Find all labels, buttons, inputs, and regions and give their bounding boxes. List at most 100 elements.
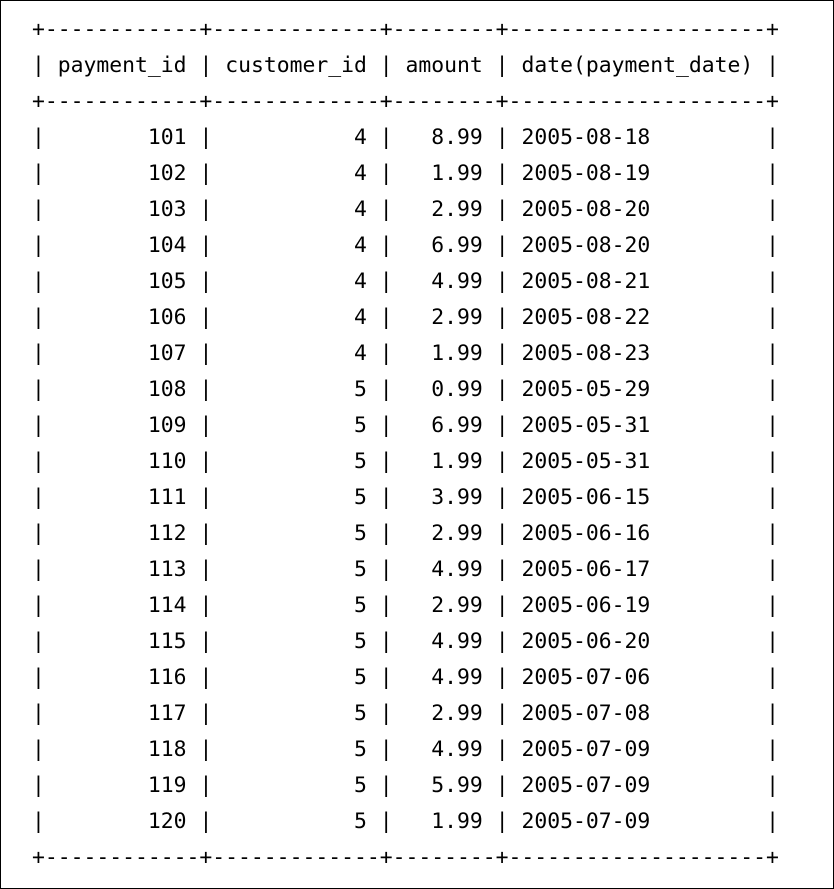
table-cell: 4 xyxy=(354,233,367,258)
table-cell: 2005-06-16 xyxy=(521,521,651,546)
table-cell: 2005-08-21 xyxy=(521,269,651,294)
table-cell: 114 xyxy=(147,593,187,618)
table-cell: 5 xyxy=(354,737,367,762)
table-row: | 109 | 5 | 6.99 | 2005-05-31 | xyxy=(32,413,780,438)
table-cell: 5 xyxy=(354,773,367,798)
table-row: | 111 | 5 | 3.99 | 2005-06-15 | xyxy=(32,485,780,510)
column-header: customer_id xyxy=(225,53,367,78)
table-row: | 120 | 5 | 1.99 | 2005-07-09 | xyxy=(32,809,780,834)
table-cell: 1.99 xyxy=(431,449,483,474)
table-cell: 4 xyxy=(354,341,367,366)
table-cell: 1.99 xyxy=(431,161,483,186)
table-cell: 1.99 xyxy=(431,809,483,834)
table-cell: 2.99 xyxy=(431,593,483,618)
table-cell: 118 xyxy=(147,737,187,762)
table-cell: 2005-05-31 xyxy=(521,449,651,474)
table-cell: 103 xyxy=(147,197,187,222)
table-cell: 112 xyxy=(147,521,187,546)
table-border: +------------+-------------+--------+---… xyxy=(32,845,779,870)
table-border: +------------+-------------+--------+---… xyxy=(32,17,779,42)
table-cell: 101 xyxy=(147,125,187,150)
table-cell: 2005-07-08 xyxy=(521,701,651,726)
table-cell: 5 xyxy=(354,521,367,546)
table-cell: 2005-05-29 xyxy=(521,377,651,402)
table-cell: 2005-08-19 xyxy=(521,161,651,186)
table-cell: 5 xyxy=(354,809,367,834)
table-row: | 107 | 4 | 1.99 | 2005-08-23 | xyxy=(32,341,780,366)
table-cell: 2005-06-19 xyxy=(521,593,651,618)
table-cell: 2005-06-20 xyxy=(521,629,651,654)
table-cell: 4.99 xyxy=(431,629,483,654)
table-row: | 117 | 5 | 2.99 | 2005-07-08 | xyxy=(32,701,780,726)
table-cell: 2005-07-09 xyxy=(521,809,651,834)
table-cell: 111 xyxy=(147,485,187,510)
table-cell: 2005-06-15 xyxy=(521,485,651,510)
table-cell: 2005-06-17 xyxy=(521,557,651,582)
table-cell: 4 xyxy=(354,161,367,186)
table-cell: 5 xyxy=(354,701,367,726)
table-cell: 4 xyxy=(354,269,367,294)
table-row: | 108 | 5 | 0.99 | 2005-05-29 | xyxy=(32,377,780,402)
result-window: +------------+-------------+--------+---… xyxy=(0,0,834,889)
table-cell: 2005-08-22 xyxy=(521,305,651,330)
table-cell: 2005-08-23 xyxy=(521,341,651,366)
table-cell: 5 xyxy=(354,665,367,690)
table-cell: 5 xyxy=(354,485,367,510)
table-border: +------------+-------------+--------+---… xyxy=(32,89,779,114)
table-cell: 115 xyxy=(147,629,187,654)
table-cell: 5 xyxy=(354,413,367,438)
table-cell: 6.99 xyxy=(431,413,483,438)
table-row: | 110 | 5 | 1.99 | 2005-05-31 | xyxy=(32,449,780,474)
table-row: | 106 | 4 | 2.99 | 2005-08-22 | xyxy=(32,305,780,330)
table-row: | 116 | 5 | 4.99 | 2005-07-06 | xyxy=(32,665,780,690)
table-cell: 8.99 xyxy=(431,125,483,150)
table-cell: 2.99 xyxy=(431,701,483,726)
table-cell: 5 xyxy=(354,557,367,582)
table-cell: 4 xyxy=(354,305,367,330)
table-cell: 2005-05-31 xyxy=(521,413,651,438)
table-cell: 6.99 xyxy=(431,233,483,258)
column-header: payment_id xyxy=(57,53,187,78)
table-cell: 2.99 xyxy=(431,197,483,222)
table-cell: 116 xyxy=(147,665,187,690)
table-cell: 2.99 xyxy=(431,305,483,330)
table-row: | 105 | 4 | 4.99 | 2005-08-21 | xyxy=(32,269,780,294)
query-result-table: +------------+-------------+--------+---… xyxy=(32,12,779,876)
table-cell: 2005-08-20 xyxy=(521,233,651,258)
table-cell: 4.99 xyxy=(431,557,483,582)
table-cell: 105 xyxy=(147,269,187,294)
table-cell: 3.99 xyxy=(431,485,483,510)
table-cell: 4 xyxy=(354,125,367,150)
table-cell: 4.99 xyxy=(431,665,483,690)
table-cell: 2005-07-09 xyxy=(521,737,651,762)
table-cell: 2.99 xyxy=(431,521,483,546)
table-cell: 109 xyxy=(147,413,187,438)
table-cell: 106 xyxy=(147,305,187,330)
table-row: | 104 | 4 | 6.99 | 2005-08-20 | xyxy=(32,233,780,258)
table-row: | 118 | 5 | 4.99 | 2005-07-09 | xyxy=(32,737,780,762)
table-cell: 4.99 xyxy=(431,737,483,762)
table-cell: 5 xyxy=(354,593,367,618)
table-cell: 113 xyxy=(147,557,187,582)
table-cell: 107 xyxy=(147,341,187,366)
table-cell: 2005-08-18 xyxy=(521,125,651,150)
table-cell: 2005-07-09 xyxy=(521,773,651,798)
table-cell: 2005-08-20 xyxy=(521,197,651,222)
table-cell: 5.99 xyxy=(431,773,483,798)
table-cell: 4 xyxy=(354,197,367,222)
table-cell: 102 xyxy=(147,161,187,186)
table-cell: 5 xyxy=(354,449,367,474)
table-cell: 5 xyxy=(354,629,367,654)
table-row: | 119 | 5 | 5.99 | 2005-07-09 | xyxy=(32,773,780,798)
table-cell: 110 xyxy=(147,449,187,474)
table-row: | 112 | 5 | 2.99 | 2005-06-16 | xyxy=(32,521,780,546)
table-row: | 101 | 4 | 8.99 | 2005-08-18 | xyxy=(32,125,780,150)
table-row: | 114 | 5 | 2.99 | 2005-06-19 | xyxy=(32,593,780,618)
table-row: | 102 | 4 | 1.99 | 2005-08-19 | xyxy=(32,161,780,186)
table-cell: 117 xyxy=(147,701,187,726)
table-cell: 2005-07-06 xyxy=(521,665,651,690)
table-cell: 119 xyxy=(147,773,187,798)
header-row: | payment_id | customer_id | amount | da… xyxy=(32,53,780,78)
table-row: | 113 | 5 | 4.99 | 2005-06-17 | xyxy=(32,557,780,582)
table-cell: 104 xyxy=(147,233,187,258)
